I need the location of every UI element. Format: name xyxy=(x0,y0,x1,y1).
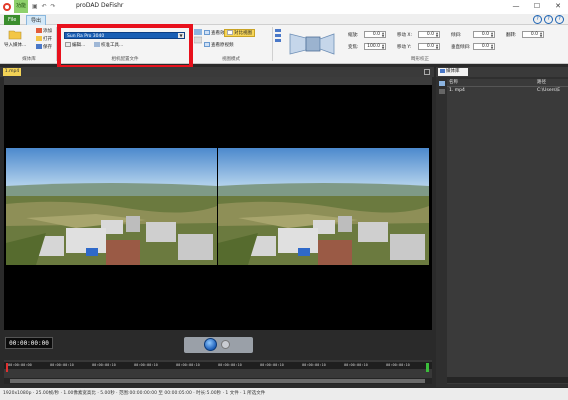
info-icon[interactable]: ? xyxy=(544,15,553,24)
media-scrollbar[interactable] xyxy=(447,377,568,383)
flip-field[interactable]: 0.0 ▲ ▼ xyxy=(522,31,544,38)
media-group-label: 媒体库 xyxy=(22,57,36,62)
distortion-presets[interactable] xyxy=(275,28,281,56)
tick-label: 00:00:00:10 xyxy=(344,363,368,367)
open-button[interactable]: 打开 xyxy=(36,36,52,42)
spinner-icon[interactable]: ▲ ▼ xyxy=(435,32,439,38)
status-bar: 1920x1080p · 25.00帧/秒 · 1.00像素宽高比 · 5.00… xyxy=(0,388,568,400)
spinner-icon[interactable]: ▲ ▼ xyxy=(435,44,439,50)
corrected-video-frame xyxy=(218,148,429,265)
close-button[interactable]: ✕ xyxy=(548,0,568,13)
landscape-image xyxy=(218,148,429,265)
tilt-field[interactable]: 0.0 ▲ ▼ xyxy=(473,31,495,38)
tick-label: 00:00:00:10 xyxy=(92,363,116,367)
tick-label: 00:00:00:10 xyxy=(302,363,326,367)
title-bar: 功能 ▣ ↶ ↷ proDAD DeFishr — ☐ ✕ xyxy=(0,0,568,14)
field-label: 移动 Y: xyxy=(397,45,412,50)
field-label: 翻转: xyxy=(506,33,517,38)
tick-label: 00:00:00:10 xyxy=(260,363,284,367)
header-divider xyxy=(447,86,568,87)
out-marker[interactable] xyxy=(426,363,429,372)
tick-label: 00:00:00:10 xyxy=(218,363,242,367)
media-item-name[interactable]: 1. mp4 xyxy=(449,88,465,93)
tab-export[interactable]: 导出 xyxy=(26,15,47,25)
view-original-button[interactable]: 查看原视频 xyxy=(204,42,234,48)
zoom-field[interactable]: 0.0 ▲ ▼ xyxy=(364,31,386,38)
view-toggle-icon[interactable] xyxy=(194,29,202,49)
highlight-annotation xyxy=(57,24,193,69)
tick-label: 00:00:00:10 xyxy=(134,363,158,367)
save-button[interactable]: 保存 xyxy=(36,44,52,50)
media-list[interactable] xyxy=(447,79,568,384)
column-path-header[interactable]: 路径 xyxy=(537,79,546,85)
preset-list-icon xyxy=(275,29,281,42)
spinner-icon[interactable]: ▲ ▼ xyxy=(381,44,385,50)
spinner-icon[interactable]: ▲ ▼ xyxy=(490,32,494,38)
maximize-button[interactable]: ☐ xyxy=(527,0,547,13)
app-logo-icon xyxy=(3,3,11,11)
help-icon[interactable]: ? xyxy=(533,15,542,24)
quick-access-tab[interactable]: 功能 xyxy=(14,0,28,13)
scrollbar-thumb[interactable] xyxy=(10,379,425,383)
distortion-group-label: 畸形校正 xyxy=(411,57,429,62)
original-icon xyxy=(204,42,210,47)
maximize-panel-icon[interactable] xyxy=(424,69,430,75)
view-grid-icon[interactable] xyxy=(439,89,445,94)
move-x-field[interactable]: 0.0 ▲ ▼ xyxy=(418,31,440,38)
view-list-icon[interactable] xyxy=(439,81,445,86)
field-label: 缩放: xyxy=(348,33,359,38)
timeline-scrollbar[interactable] xyxy=(4,378,432,384)
window-title: proDAD DeFishr xyxy=(76,2,124,9)
add-icon xyxy=(36,28,42,33)
preview-frame xyxy=(4,77,432,85)
tick-label: 00:00:00:10 xyxy=(176,363,200,367)
tick-label: 00:00:00:10 xyxy=(50,363,74,367)
tab-file[interactable]: File xyxy=(4,15,21,25)
document-tab-bar xyxy=(0,67,434,77)
play-icon[interactable] xyxy=(204,338,217,351)
save-icon xyxy=(36,44,42,49)
focal-field[interactable]: 100.0 ▲ ▼ xyxy=(364,43,386,50)
spinner-icon[interactable]: ▲ ▼ xyxy=(381,32,385,38)
field-label: 垂直倾斜: xyxy=(451,45,471,50)
spinner-icon[interactable]: ▲ ▼ xyxy=(539,32,543,38)
quick-access-toolbar[interactable]: ▣ ↶ ↷ xyxy=(32,3,62,11)
ribbon-divider xyxy=(272,27,273,61)
folder-import-icon[interactable] xyxy=(8,28,22,40)
field-label: 变焦: xyxy=(348,45,359,50)
field-label: 移动 X: xyxy=(397,33,413,38)
open-icon xyxy=(36,36,42,41)
tick-label: 00:00:00:00 xyxy=(8,363,32,367)
compare-icon xyxy=(227,30,233,35)
column-name-header[interactable]: 名称 xyxy=(449,79,458,85)
media-library-tab[interactable]: 媒体库 xyxy=(438,68,468,76)
spinner-icon[interactable]: ▲ ▼ xyxy=(490,44,494,50)
media-tab-icon xyxy=(440,68,445,73)
result-icon xyxy=(204,30,210,35)
compare-view-button[interactable]: 对比视图 xyxy=(224,29,255,37)
transport-controls xyxy=(184,337,253,353)
view-group-label: 视图模式 xyxy=(222,57,240,62)
field-label: 倾斜: xyxy=(451,33,462,38)
help-icons[interactable]: ??? xyxy=(531,15,564,24)
landscape-image xyxy=(6,148,217,265)
tick-label: 00:00:00:10 xyxy=(386,363,410,367)
media-item-path[interactable]: C:\Users\E xyxy=(537,88,560,93)
import-media-button[interactable]: 导入媒体... xyxy=(4,42,26,48)
original-video-frame xyxy=(6,148,217,265)
document-tab[interactable]: 1.mp4 xyxy=(3,68,21,76)
minimize-button[interactable]: — xyxy=(506,0,526,13)
step-icon[interactable] xyxy=(221,340,230,349)
media-toolbar[interactable] xyxy=(438,80,446,108)
timecode-display: 00:00:00:00 xyxy=(5,337,53,349)
settings-icon[interactable]: ? xyxy=(555,15,564,24)
move-y-field[interactable]: 0.0 ▲ ▼ xyxy=(418,43,440,50)
lens-camera-icon xyxy=(289,33,335,55)
vertical-tilt-field[interactable]: 0.0 ▲ ▼ xyxy=(473,43,495,50)
in-marker[interactable] xyxy=(6,363,8,372)
add-button[interactable]: 添加 xyxy=(36,28,52,34)
